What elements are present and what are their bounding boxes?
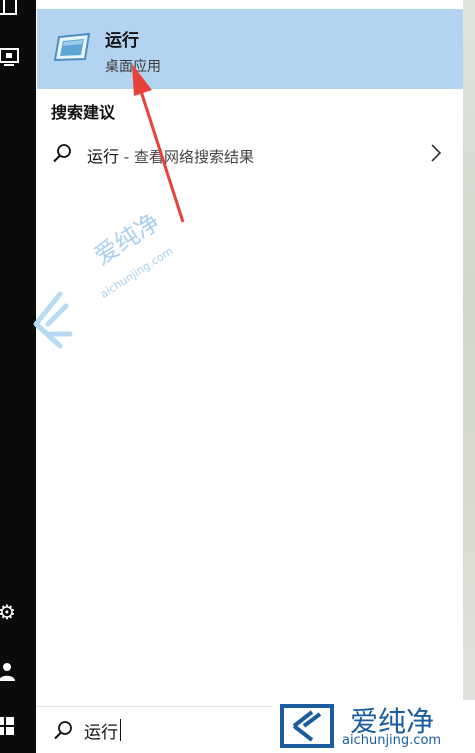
- suggestion-text: 运行 - 查看网络搜索结果: [87, 143, 254, 167]
- search-icon: [53, 144, 71, 163]
- run-dialog-icon: [53, 29, 93, 65]
- watermark: 爱纯净 aichunjing.com: [30, 208, 210, 358]
- menu-icon[interactable]: [0, 0, 18, 16]
- app-type: 桌面应用: [105, 59, 161, 75]
- monitor-icon[interactable]: [0, 46, 20, 68]
- suggestions-heading: 搜索建议: [51, 103, 116, 122]
- watermark-logo-domain: aichunjing.com: [342, 733, 442, 748]
- suggestion-query: 运行: [87, 147, 120, 166]
- best-match-run-app[interactable]: 运行 桌面应用: [37, 9, 463, 89]
- search-input[interactable]: [84, 715, 254, 745]
- gear-icon[interactable]: ⚙: [0, 601, 18, 623]
- desktop-edge: [463, 0, 475, 753]
- watermark-box-icon: [280, 704, 334, 748]
- start-menu-rail: ⚙: [0, 0, 36, 753]
- search-icon: [54, 721, 72, 740]
- watermark-logo: 爱纯净 aichunjing.com: [272, 700, 475, 753]
- web-suggestion-row[interactable]: 运行 - 查看网络搜索结果: [37, 135, 463, 171]
- chevron-right-icon: [431, 144, 442, 162]
- watermark-logo-icon: [33, 291, 73, 349]
- app-title: 运行: [105, 31, 139, 51]
- people-icon[interactable]: [0, 661, 18, 683]
- windows-icon[interactable]: [0, 715, 16, 737]
- text-caret: [120, 719, 121, 741]
- suggestion-tail: - 查看网络搜索结果: [119, 148, 254, 166]
